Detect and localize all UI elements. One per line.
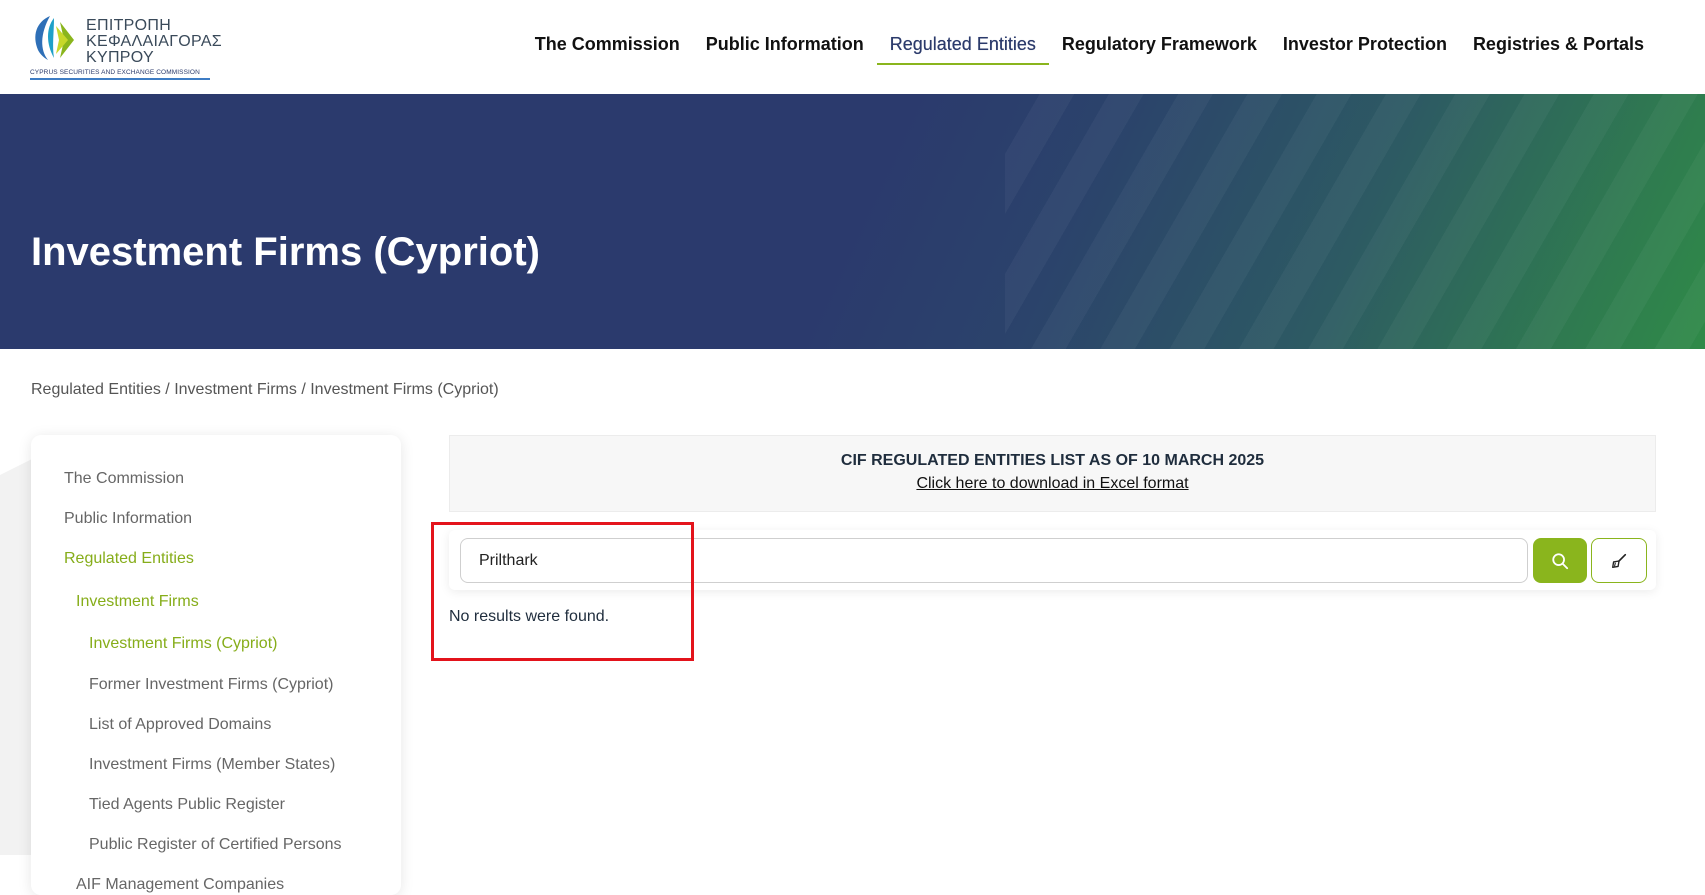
sidebar-item-investment-firms-member-states[interactable]: Investment Firms (Member States) — [89, 756, 335, 774]
sidebar-nav: The Commission Public Information Regula… — [31, 435, 401, 895]
sidebar-item-tied-agents[interactable]: Tied Agents Public Register — [89, 796, 285, 814]
nav-regulatory-framework[interactable]: Regulatory Framework — [1049, 28, 1270, 65]
logo-line-1: ΕΠΙΤΡΟΠΗ — [86, 17, 172, 34]
sidebar-item-former-investment-firms[interactable]: Former Investment Firms (Cypriot) — [89, 676, 333, 694]
no-results-message: No results were found. — [449, 608, 610, 625]
nav-public-information[interactable]: Public Information — [693, 28, 877, 65]
sidebar-item-regulated-entities[interactable]: Regulated Entities — [64, 550, 194, 568]
nav-registries-portals[interactable]: Registries & Portals — [1460, 28, 1657, 65]
logo-line-3: ΚΥΠΡΟΥ — [86, 49, 154, 66]
search-button[interactable] — [1533, 538, 1587, 583]
clear-search-button[interactable] — [1591, 538, 1647, 583]
nav-the-commission[interactable]: The Commission — [522, 28, 693, 65]
logo-underline — [30, 78, 210, 80]
breadcrumb[interactable]: Regulated Entities / Investment Firms / … — [31, 381, 499, 399]
sidebar-item-investment-firms[interactable]: Investment Firms — [76, 593, 199, 611]
broom-icon — [1612, 553, 1627, 568]
search-bar — [449, 530, 1656, 590]
sidebar-item-investment-firms-cypriot[interactable]: Investment Firms (Cypriot) — [89, 635, 277, 653]
main-nav: The Commission Public Information Regula… — [522, 28, 1657, 65]
site-logo[interactable]: ΕΠΙΤΡΟΠΗ ΚΕΦΑΛΑΙΑΓΟΡΑΣ ΚΥΠΡΟΥ CYPRUS SEC… — [30, 12, 222, 80]
regulated-list-notice: CIF REGULATED ENTITIES LIST AS OF 10 MAR… — [449, 435, 1656, 512]
excel-download-link[interactable]: Click here to download in Excel format — [450, 475, 1655, 493]
sidebar-item-aif-management[interactable]: AIF Management Companies — [76, 876, 284, 894]
search-input[interactable] — [460, 538, 1528, 583]
logo-subtitle: CYPRUS SECURITIES AND EXCHANGE COMMISSIO… — [30, 69, 200, 76]
sidebar-item-certified-persons[interactable]: Public Register of Certified Persons — [89, 836, 342, 854]
sidebar-item-the-commission[interactable]: The Commission — [64, 470, 184, 488]
sidebar-item-approved-domains[interactable]: List of Approved Domains — [89, 716, 271, 734]
logo-text: ΕΠΙΤΡΟΠΗ ΚΕΦΑΛΑΙΑΓΟΡΑΣ ΚΥΠΡΟΥ — [86, 18, 222, 66]
sidebar-item-public-information[interactable]: Public Information — [64, 510, 192, 528]
hero-decoration — [1005, 94, 1705, 349]
hero-banner: Investment Firms (Cypriot) — [0, 94, 1705, 349]
nav-investor-protection[interactable]: Investor Protection — [1270, 28, 1460, 65]
search-icon — [1552, 552, 1569, 569]
logo-line-2: ΚΕΦΑΛΑΙΑΓΟΡΑΣ — [86, 33, 223, 50]
notice-title: CIF REGULATED ENTITIES LIST AS OF 10 MAR… — [840, 452, 1265, 469]
site-header: ΕΠΙΤΡΟΠΗ ΚΕΦΑΛΑΙΑΓΟΡΑΣ ΚΥΠΡΟΥ CYPRUS SEC… — [0, 0, 1705, 94]
page-title: Investment Firms (Cypriot) — [31, 230, 540, 274]
nav-regulated-entities[interactable]: Regulated Entities — [876, 28, 1049, 65]
logo-emblem-icon — [35, 16, 74, 60]
